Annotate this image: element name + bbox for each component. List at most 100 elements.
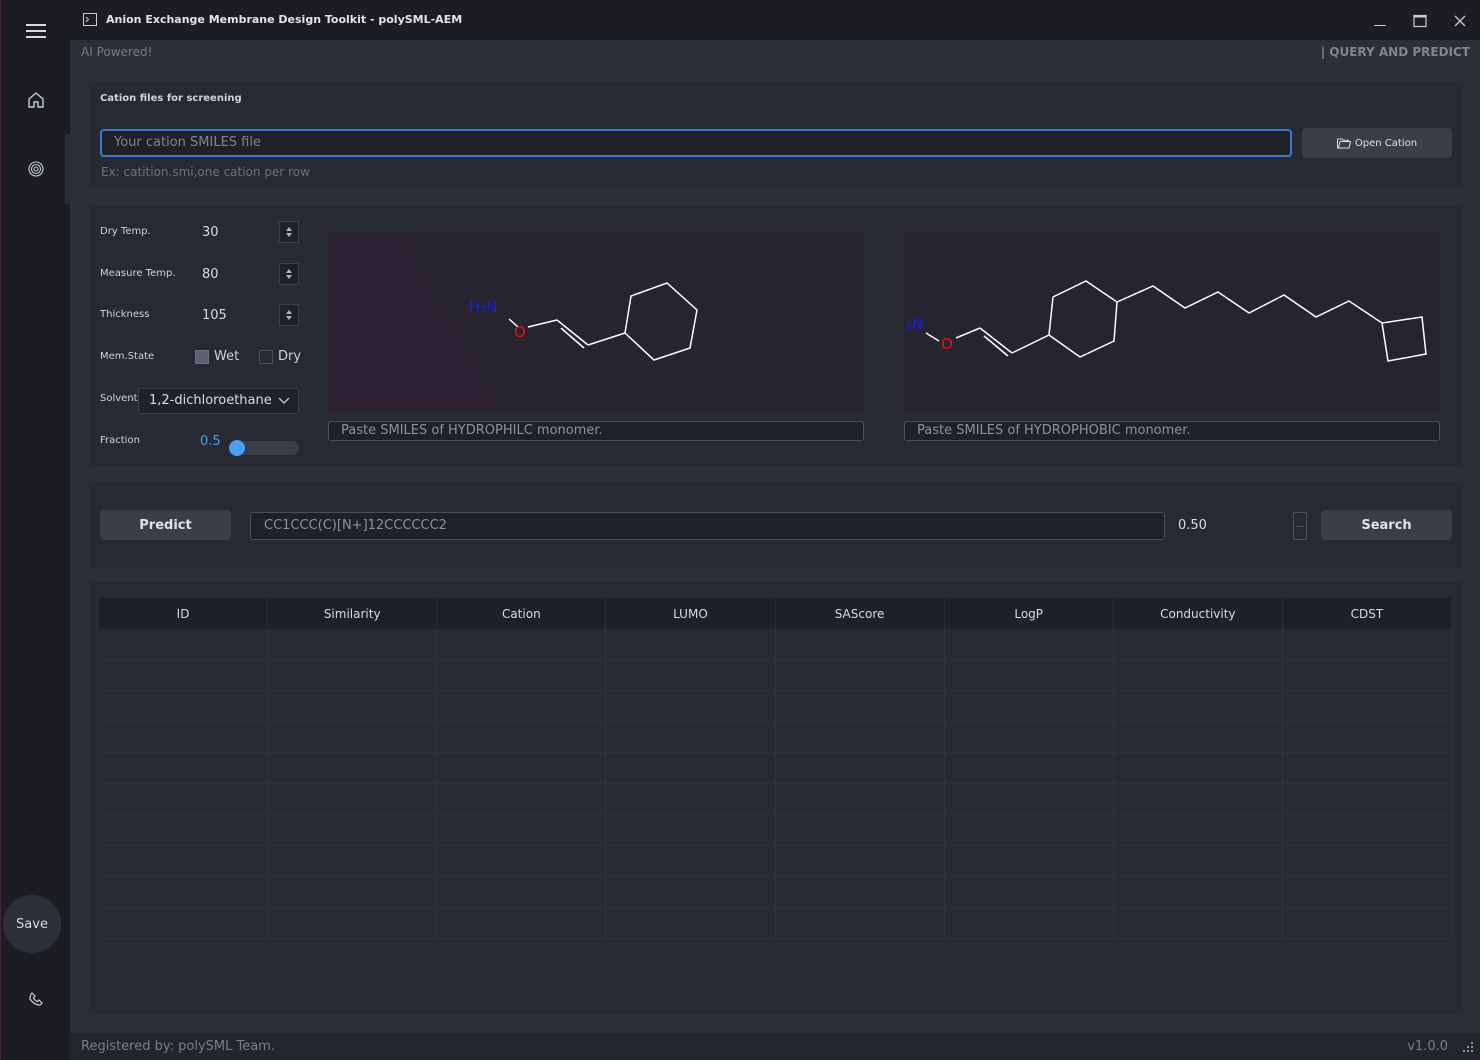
- measure-temp-label: Measure Temp.: [100, 268, 176, 279]
- table-cell: [437, 722, 607, 752]
- table-cell: [1283, 877, 1452, 907]
- table-cell: [1114, 846, 1283, 876]
- table-cell: [606, 877, 776, 907]
- hydrophilic-structure-image: H₂N O: [328, 231, 864, 411]
- close-button[interactable]: [1449, 10, 1471, 32]
- results-table: ID Similarity Cation LUMO SAScore LogP C…: [99, 598, 1452, 939]
- similarity-threshold-value[interactable]: 0.50: [1178, 518, 1207, 533]
- table-cell: [945, 784, 1114, 814]
- measure-temp-stepper[interactable]: [279, 263, 299, 285]
- dry-checkbox[interactable]: [259, 350, 273, 364]
- sidebar-item-fingerprint[interactable]: [1, 155, 71, 183]
- column-header-sascore[interactable]: SAScore: [776, 598, 945, 629]
- open-cation-label: Open Cation: [1354, 137, 1418, 149]
- table-row: [99, 908, 1452, 939]
- table-cell: [1114, 908, 1283, 938]
- folder-icon: [1336, 138, 1351, 149]
- predict-button[interactable]: Predict: [100, 510, 231, 540]
- table-cell: [268, 660, 438, 690]
- table-cell: [268, 846, 438, 876]
- maximize-button[interactable]: [1409, 10, 1431, 32]
- table-cell: [776, 846, 945, 876]
- column-header-cation[interactable]: Cation: [437, 598, 607, 629]
- table-cell: [606, 908, 776, 938]
- table-cell: [99, 629, 269, 659]
- table-cell: [1283, 629, 1452, 659]
- dry-temp-stepper[interactable]: [279, 221, 299, 243]
- wet-checkbox[interactable]: [195, 350, 209, 364]
- cation-hint: Ex: catition.smi,one cation per row: [101, 165, 310, 179]
- table-cell: [945, 815, 1114, 845]
- fraction-slider-handle[interactable]: [229, 440, 245, 456]
- column-header-cdst[interactable]: CDST: [1283, 598, 1452, 629]
- table-cell: [99, 815, 269, 845]
- search-button[interactable]: Search: [1321, 510, 1452, 540]
- threshold-stepper[interactable]: [1293, 512, 1307, 540]
- table-cell: [945, 629, 1114, 659]
- cation-smiles-input[interactable]: CC1CCC(C)[N+]12CCCCCC2: [250, 512, 1165, 540]
- table-cell: [945, 660, 1114, 690]
- table-cell: [1283, 846, 1452, 876]
- measure-temp-value[interactable]: 80: [202, 267, 219, 282]
- table-cell: [1114, 815, 1283, 845]
- cation-section-title: Cation files for screening: [100, 93, 242, 104]
- table-cell: [776, 629, 945, 659]
- minimize-button[interactable]: [1369, 10, 1391, 32]
- phone-icon[interactable]: [1, 988, 71, 1010]
- table-cell: [99, 877, 269, 907]
- solvent-select[interactable]: 1,2-dichloroethane: [138, 388, 299, 414]
- table-cell: [437, 908, 607, 938]
- table-cell: [776, 815, 945, 845]
- table-cell: [268, 722, 438, 752]
- table-cell: [1283, 660, 1452, 690]
- table-cell: [99, 691, 269, 721]
- table-cell: [99, 660, 269, 690]
- table-cell: [1114, 877, 1283, 907]
- thickness-stepper[interactable]: [279, 304, 299, 326]
- table-row: [99, 629, 1452, 660]
- amine-atom-label-2: ₂N: [906, 315, 923, 333]
- table-cell: [437, 629, 607, 659]
- table-row: [99, 877, 1452, 908]
- table-cell: [437, 691, 607, 721]
- column-header-similarity[interactable]: Similarity: [268, 598, 438, 629]
- table-cell: [99, 784, 269, 814]
- table-cell: [268, 815, 438, 845]
- table-cell: [945, 753, 1114, 783]
- home-icon: [28, 92, 44, 108]
- column-header-logp[interactable]: LogP: [945, 598, 1114, 629]
- save-button[interactable]: Save: [3, 895, 61, 953]
- table-cell: [606, 846, 776, 876]
- hamburger-icon[interactable]: [1, 16, 71, 46]
- column-header-conductivity[interactable]: Conductivity: [1114, 598, 1283, 629]
- table-row: [99, 722, 1452, 753]
- hydrophobic-smiles-input[interactable]: Paste SMILES of HYDROPHOBIC monomer.: [904, 421, 1440, 441]
- query-predict-label: | QUERY AND PREDICT: [1320, 45, 1470, 59]
- thickness-value[interactable]: 105: [202, 308, 227, 323]
- open-cation-button[interactable]: Open Cation: [1302, 128, 1452, 158]
- close-icon: [1454, 15, 1466, 27]
- resize-grip-icon[interactable]: [1462, 1041, 1474, 1053]
- sidebar-item-home[interactable]: [1, 86, 71, 114]
- dry-temp-value[interactable]: 30: [202, 225, 219, 240]
- table-cell: [776, 908, 945, 938]
- table-cell: [99, 908, 269, 938]
- table-cell: [776, 691, 945, 721]
- fingerprint-icon: [28, 161, 44, 177]
- hydrophilic-smiles-input[interactable]: Paste SMILES of HYDROPHILC monomer.: [328, 421, 864, 441]
- registered-by-label: Registered by: polySML Team.: [81, 1039, 275, 1054]
- table-cell: [1114, 660, 1283, 690]
- table-cell: [437, 753, 607, 783]
- table-cell: [606, 629, 776, 659]
- version-label: v1.0.0: [1407, 1039, 1448, 1054]
- column-header-id[interactable]: ID: [99, 598, 269, 629]
- table-cell: [1283, 784, 1452, 814]
- column-header-lumo[interactable]: LUMO: [606, 598, 776, 629]
- fraction-slider[interactable]: [237, 441, 299, 455]
- main-content: AI Powered! | QUERY AND PREDICT Cation f…: [70, 40, 1480, 1060]
- table-cell: [268, 784, 438, 814]
- mem-state-label: Mem.State: [100, 351, 155, 362]
- dry-label: Dry: [278, 349, 302, 364]
- cation-file-input[interactable]: Your cation SMILES file: [100, 129, 1292, 157]
- table-cell: [945, 691, 1114, 721]
